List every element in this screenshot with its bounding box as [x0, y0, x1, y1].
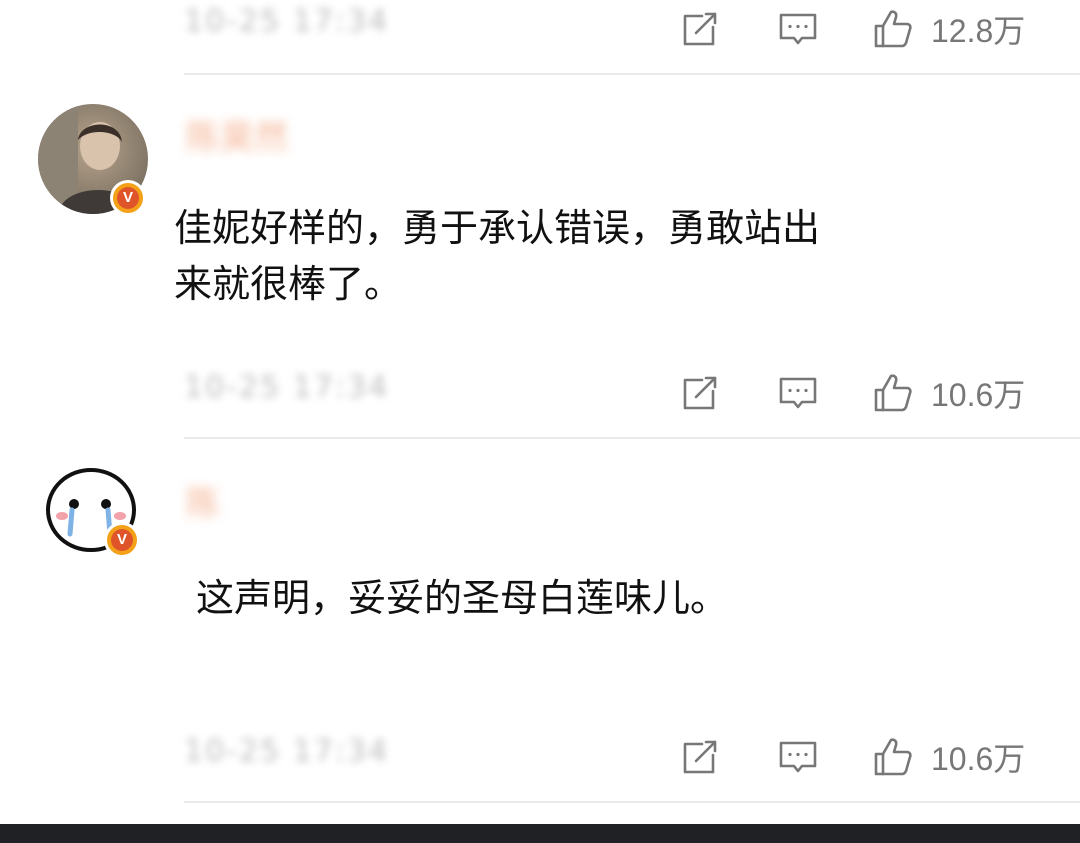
- username[interactable]: 陈: [186, 476, 356, 525]
- share-icon[interactable]: [680, 737, 720, 777]
- divider: [184, 73, 1080, 75]
- divider: [184, 437, 1080, 439]
- comment-actions: 10.6万: [680, 370, 1025, 416]
- comment-timestamp: 10-25 17:34: [184, 370, 390, 405]
- comment-item: V 陈昊然 佳妮好样的，勇于承认错误，勇敢站出 来就很棒了。 10-25 17:…: [0, 76, 1080, 440]
- thumbs-up-icon[interactable]: [873, 373, 913, 413]
- comment-item: V 陈 这声明，妥妥的圣母白莲味儿。 10-25 17:34 10.6万: [0, 440, 1080, 806]
- bottom-bar: [0, 824, 1080, 843]
- comment-timestamp: 10-25 17:34: [184, 4, 390, 39]
- comment-actions: 12.8万: [680, 6, 1025, 52]
- comment-text: 佳妮好样的，勇于承认错误，勇敢站出 来就很棒了。: [174, 200, 820, 312]
- like-count: 12.8万: [931, 13, 1026, 49]
- comment-text-line: 来就很棒了。: [174, 262, 403, 306]
- username[interactable]: 陈昊然: [186, 110, 288, 159]
- comment-icon[interactable]: [778, 737, 818, 777]
- comment-text: 这声明，妥妥的圣母白莲味儿。: [196, 570, 728, 626]
- thumbs-up-icon[interactable]: [873, 737, 913, 777]
- comment-actions: 10.6万: [680, 734, 1025, 780]
- comment-icon[interactable]: [778, 373, 818, 413]
- divider: [184, 801, 1080, 803]
- share-icon[interactable]: [680, 373, 720, 413]
- thumbs-up-icon[interactable]: [873, 9, 913, 49]
- comment-text-line: 这声明，妥妥的圣母白莲味儿。: [196, 576, 729, 620]
- like-count: 10.6万: [931, 377, 1026, 413]
- share-icon[interactable]: [680, 9, 720, 49]
- like-count: 10.6万: [931, 741, 1026, 777]
- verified-badge: V: [110, 180, 146, 216]
- comment-icon[interactable]: [778, 9, 818, 49]
- comment-timestamp: 10-25 17:34: [184, 734, 390, 769]
- verified-badge: V: [104, 522, 140, 558]
- comment-text-line: 佳妮好样的，勇于承认错误，勇敢站出: [174, 206, 821, 250]
- comment-item: 10-25 17:34 12.8万: [0, 0, 1080, 76]
